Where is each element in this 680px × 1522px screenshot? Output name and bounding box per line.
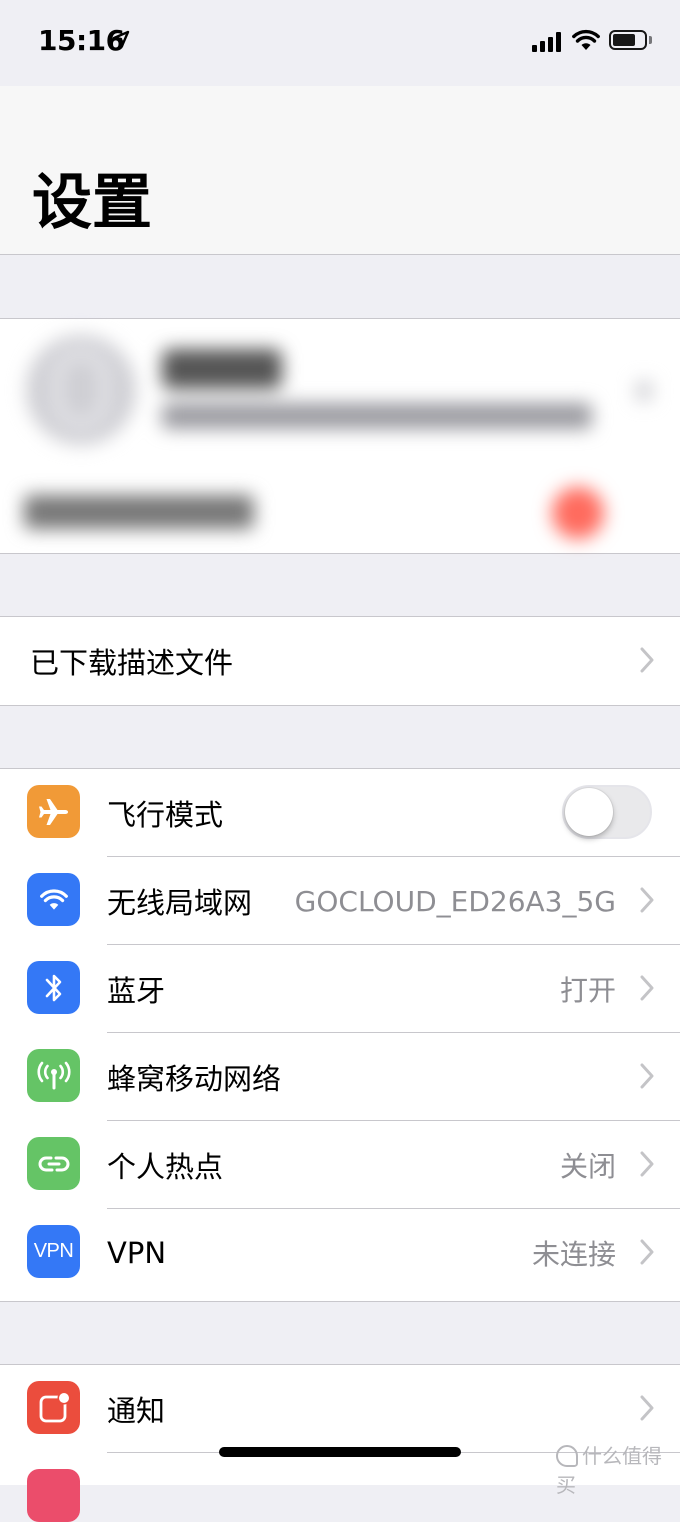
blurred-chevron-icon xyxy=(636,381,652,401)
vpn-icon: VPN xyxy=(27,1225,80,1278)
downloaded-profile-label: 已下载描述文件 xyxy=(30,646,234,680)
airplane-mode-label: 飞行模式 xyxy=(107,798,224,832)
blurred-account-name xyxy=(162,349,282,389)
downloaded-profile-group: 已下载描述文件 xyxy=(0,616,680,706)
notification-badge xyxy=(552,487,604,539)
notifications-icon xyxy=(27,1381,80,1434)
personal-hotspot-label: 个人热点 xyxy=(107,1150,224,1184)
battery-cap xyxy=(649,36,652,44)
battery-icon xyxy=(609,30,647,50)
notifications-label: 通知 xyxy=(107,1394,166,1428)
toggle-knob xyxy=(565,788,613,836)
chevron-right-icon xyxy=(640,1239,654,1265)
network-settings-group: 飞行模式 无线局域网 GOCLOUD_ED26A3_5G 蓝牙 打开 蜂窝移动网… xyxy=(0,768,680,1302)
chevron-right-icon xyxy=(640,887,654,913)
bluetooth-row[interactable]: 蓝牙 打开 xyxy=(0,945,680,1033)
personal-hotspot-value: 关闭 xyxy=(559,1150,616,1183)
wifi-label: 无线局域网 xyxy=(107,886,253,920)
chevron-right-icon xyxy=(640,1151,654,1177)
downloaded-profile-row[interactable]: 已下载描述文件 xyxy=(0,617,680,705)
airplane-icon xyxy=(27,785,80,838)
cellular-icon xyxy=(27,1049,80,1102)
chevron-right-icon xyxy=(640,975,654,1001)
status-bar: 15:16 xyxy=(0,0,680,86)
bluetooth-icon xyxy=(27,961,80,1014)
next-row-icon xyxy=(27,1469,80,1522)
cellular-signal-icon xyxy=(532,32,561,52)
vpn-label: VPN xyxy=(107,1236,167,1270)
vpn-icon-text: VPN xyxy=(33,1240,74,1262)
vpn-row[interactable]: VPN VPN 未连接 xyxy=(0,1209,680,1297)
wifi-row[interactable]: 无线局域网 GOCLOUD_ED26A3_5G xyxy=(0,857,680,945)
avatar-silhouette-icon xyxy=(52,349,110,429)
bluetooth-label: 蓝牙 xyxy=(107,974,166,1008)
cellular-label: 蜂窝移动网络 xyxy=(107,1062,282,1096)
chevron-right-icon xyxy=(640,1063,654,1089)
chevron-right-icon xyxy=(640,647,654,673)
hotspot-icon xyxy=(27,1137,80,1190)
apple-id-group[interactable] xyxy=(0,318,680,554)
airplane-mode-row: 飞行模式 xyxy=(0,769,680,857)
personal-hotspot-row[interactable]: 个人热点 关闭 xyxy=(0,1121,680,1209)
wifi-status-icon xyxy=(572,29,600,50)
airplane-mode-toggle[interactable] xyxy=(562,785,652,839)
vpn-value: 未连接 xyxy=(531,1238,616,1271)
blurred-suggestion-row xyxy=(24,495,254,529)
wifi-icon xyxy=(27,873,80,926)
page-title: 设置 xyxy=(32,168,152,238)
watermark: 什么值得买 xyxy=(556,1440,680,1498)
watermark-logo-icon xyxy=(556,1445,578,1467)
wifi-value: GOCLOUD_ED26A3_5G xyxy=(294,884,616,918)
home-indicator[interactable] xyxy=(219,1447,461,1457)
blurred-account-subtitle xyxy=(162,403,592,429)
cellular-row[interactable]: 蜂窝移动网络 xyxy=(0,1033,680,1121)
bluetooth-value: 打开 xyxy=(559,974,616,1007)
location-arrow-icon xyxy=(112,30,130,48)
chevron-right-icon xyxy=(640,1395,654,1421)
navigation-bar: 设置 xyxy=(0,86,680,255)
